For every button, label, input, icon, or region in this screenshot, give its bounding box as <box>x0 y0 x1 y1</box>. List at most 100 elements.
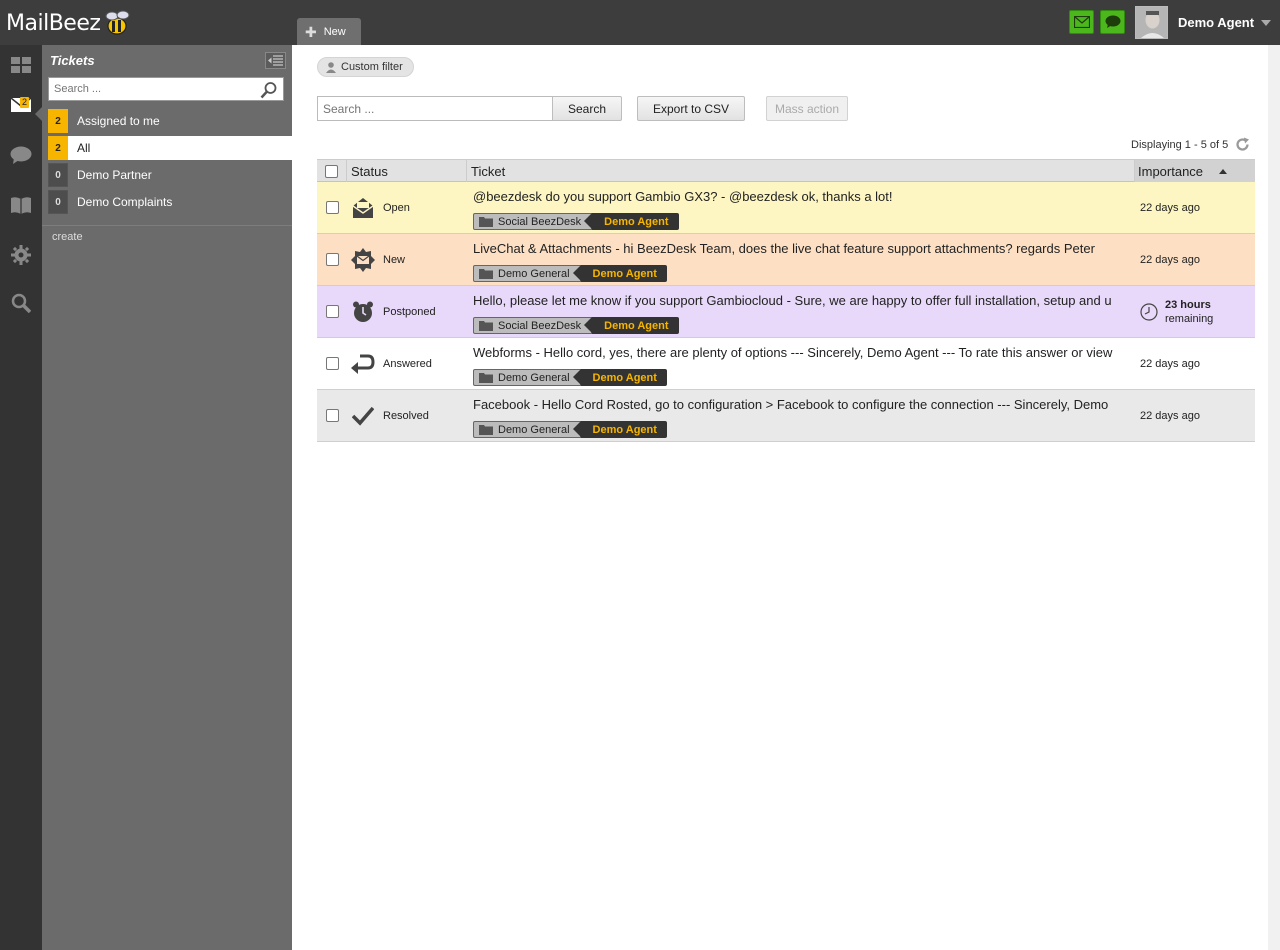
search-icon <box>11 293 31 313</box>
ticket-subject[interactable]: Webforms - Hello cord, yes, there are pl… <box>473 345 1129 360</box>
mailbeez-logo[interactable]: MailBeez <box>6 7 132 39</box>
table-row[interactable]: Answered Webforms - Hello cord, yes, the… <box>317 338 1255 390</box>
new-ticket-tab[interactable]: ✚ New <box>297 18 361 45</box>
ticket-age: 22 days ago <box>1140 202 1200 214</box>
folder-icon <box>479 217 493 227</box>
table-row[interactable]: Open @beezdesk do you support Gambio GX3… <box>317 182 1255 234</box>
ticket-age: 22 days ago <box>1140 410 1200 422</box>
refresh-icon[interactable] <box>1235 137 1250 155</box>
rail-dashboard[interactable] <box>0 45 42 85</box>
collapse-panel-button[interactable] <box>265 52 286 69</box>
ticket-search-input[interactable] <box>318 97 548 120</box>
column-importance[interactable]: Importance <box>1135 160 1255 182</box>
folder-label: All <box>77 141 91 155</box>
row-checkbox[interactable] <box>326 409 339 422</box>
ticket-status: Answered <box>383 358 432 370</box>
open-envelope-icon <box>351 196 375 220</box>
folder-tag[interactable]: Demo General <box>473 421 581 438</box>
reply-arrow-icon <box>351 352 375 376</box>
folder-label: Demo Partner <box>77 168 152 182</box>
select-all-checkbox[interactable] <box>325 164 338 178</box>
table-row[interactable]: Postponed Hello, please let me know if y… <box>317 286 1255 338</box>
alarm-clock-icon <box>351 300 375 324</box>
column-ticket[interactable]: Ticket <box>467 160 1135 182</box>
row-checkbox[interactable] <box>326 201 339 214</box>
row-checkbox[interactable] <box>326 357 339 370</box>
export-csv-button[interactable]: Export to CSV <box>637 96 745 121</box>
ticket-subject[interactable]: Hello, please let me know if you support… <box>473 293 1129 308</box>
ticket-search-box <box>317 96 553 121</box>
custom-filter-label: Custom filter <box>341 61 403 73</box>
folder-tag-label: Social BeezDesk <box>498 215 582 228</box>
folder-all[interactable]: 2 All <box>48 136 292 160</box>
table-row[interactable]: Resolved Facebook - Hello Cord Rosted, g… <box>317 390 1255 442</box>
folder-count-badge: 2 <box>48 136 68 160</box>
panel-search-box <box>48 77 284 101</box>
folder-count-badge: 0 <box>48 163 68 187</box>
user-menu-caret-icon[interactable] <box>1261 20 1271 26</box>
select-all-cell <box>317 160 347 182</box>
panel-search-button[interactable] <box>260 81 278 102</box>
agent-tag[interactable]: Demo Agent <box>584 317 679 334</box>
panel-title: Tickets <box>50 53 95 68</box>
chat-notification-button[interactable] <box>1100 10 1125 34</box>
folder-tag[interactable]: Demo General <box>473 369 581 386</box>
folder-tag[interactable]: Social BeezDesk <box>473 317 593 334</box>
user-name-menu[interactable]: Demo Agent <box>1178 15 1254 30</box>
ticket-subject[interactable]: LiveChat & Attachments - hi BeezDesk Tea… <box>473 241 1129 256</box>
folder-tag[interactable]: Demo General <box>473 265 581 282</box>
folder-tag[interactable]: Social BeezDesk <box>473 213 593 230</box>
folder-icon <box>479 425 493 435</box>
agent-tag[interactable]: Demo Agent <box>572 421 667 438</box>
chat-bubble-icon <box>1105 15 1120 28</box>
bee-logo-icon <box>105 10 130 35</box>
row-checkbox[interactable] <box>326 253 339 266</box>
settings-gear-icon <box>11 245 31 265</box>
folder-demo-complaints[interactable]: 0 Demo Complaints <box>48 190 292 214</box>
ticket-subject[interactable]: Facebook - Hello Cord Rosted, go to conf… <box>473 397 1129 412</box>
agent-tag[interactable]: Demo Agent <box>584 213 679 230</box>
sort-ascending-icon <box>1219 168 1228 174</box>
folder-icon <box>479 269 493 279</box>
avatar-photo-icon <box>1136 7 1167 38</box>
ticket-status: Resolved <box>383 410 429 422</box>
row-checkbox[interactable] <box>326 305 339 318</box>
create-folder-link[interactable]: create <box>52 231 83 243</box>
agent-tag[interactable]: Demo Agent <box>572 369 667 386</box>
ticket-tags: Demo General Demo Agent <box>473 265 667 282</box>
folder-tag-label: Demo General <box>498 371 570 384</box>
folder-assigned-to-me[interactable]: 2 Assigned to me <box>48 109 292 133</box>
chat-bubble-icon <box>10 146 32 164</box>
collapse-list-icon <box>268 55 283 66</box>
custom-filter-button[interactable]: Custom filter <box>317 57 414 77</box>
rail-settings[interactable] <box>0 235 42 275</box>
remaining-time: 23 hours remaining <box>1140 298 1213 326</box>
remaining-amount: 23 hours <box>1165 299 1211 311</box>
ticket-table-header: Status Ticket Importance <box>317 159 1255 182</box>
panel-search-input[interactable] <box>49 78 249 100</box>
column-status[interactable]: Status <box>347 160 467 182</box>
ticket-status: Open <box>383 202 410 214</box>
checkmark-icon <box>351 404 375 428</box>
mass-action-button[interactable]: Mass action <box>766 96 848 121</box>
folder-tag-label: Social BeezDesk <box>498 319 582 332</box>
ticket-status: New <box>383 254 406 266</box>
rail-knowledge-base[interactable] <box>0 185 42 225</box>
search-button[interactable]: Search <box>552 96 622 121</box>
icon-rail: 2 <box>0 45 42 950</box>
folder-demo-partner[interactable]: 0 Demo Partner <box>48 163 292 187</box>
ticket-tags: Social BeezDesk Demo Agent <box>473 213 679 230</box>
folder-icon <box>479 373 493 383</box>
mail-notification-button[interactable] <box>1069 10 1094 34</box>
table-row[interactable]: New LiveChat & Attachments - hi BeezDesk… <box>317 234 1255 286</box>
main-scrollbar[interactable] <box>1268 45 1280 950</box>
rail-search[interactable] <box>0 283 42 323</box>
agent-tag[interactable]: Demo Agent <box>572 265 667 282</box>
user-avatar[interactable] <box>1135 6 1168 39</box>
ticket-subject[interactable]: @beezdesk do you support Gambio GX3? - @… <box>473 189 1129 204</box>
ticket-status: Postponed <box>383 306 436 318</box>
column-importance-label: Importance <box>1138 163 1204 179</box>
rail-chat[interactable] <box>0 135 42 175</box>
ticket-tags: Demo General Demo Agent <box>473 421 667 438</box>
folder-label: Assigned to me <box>77 114 160 128</box>
